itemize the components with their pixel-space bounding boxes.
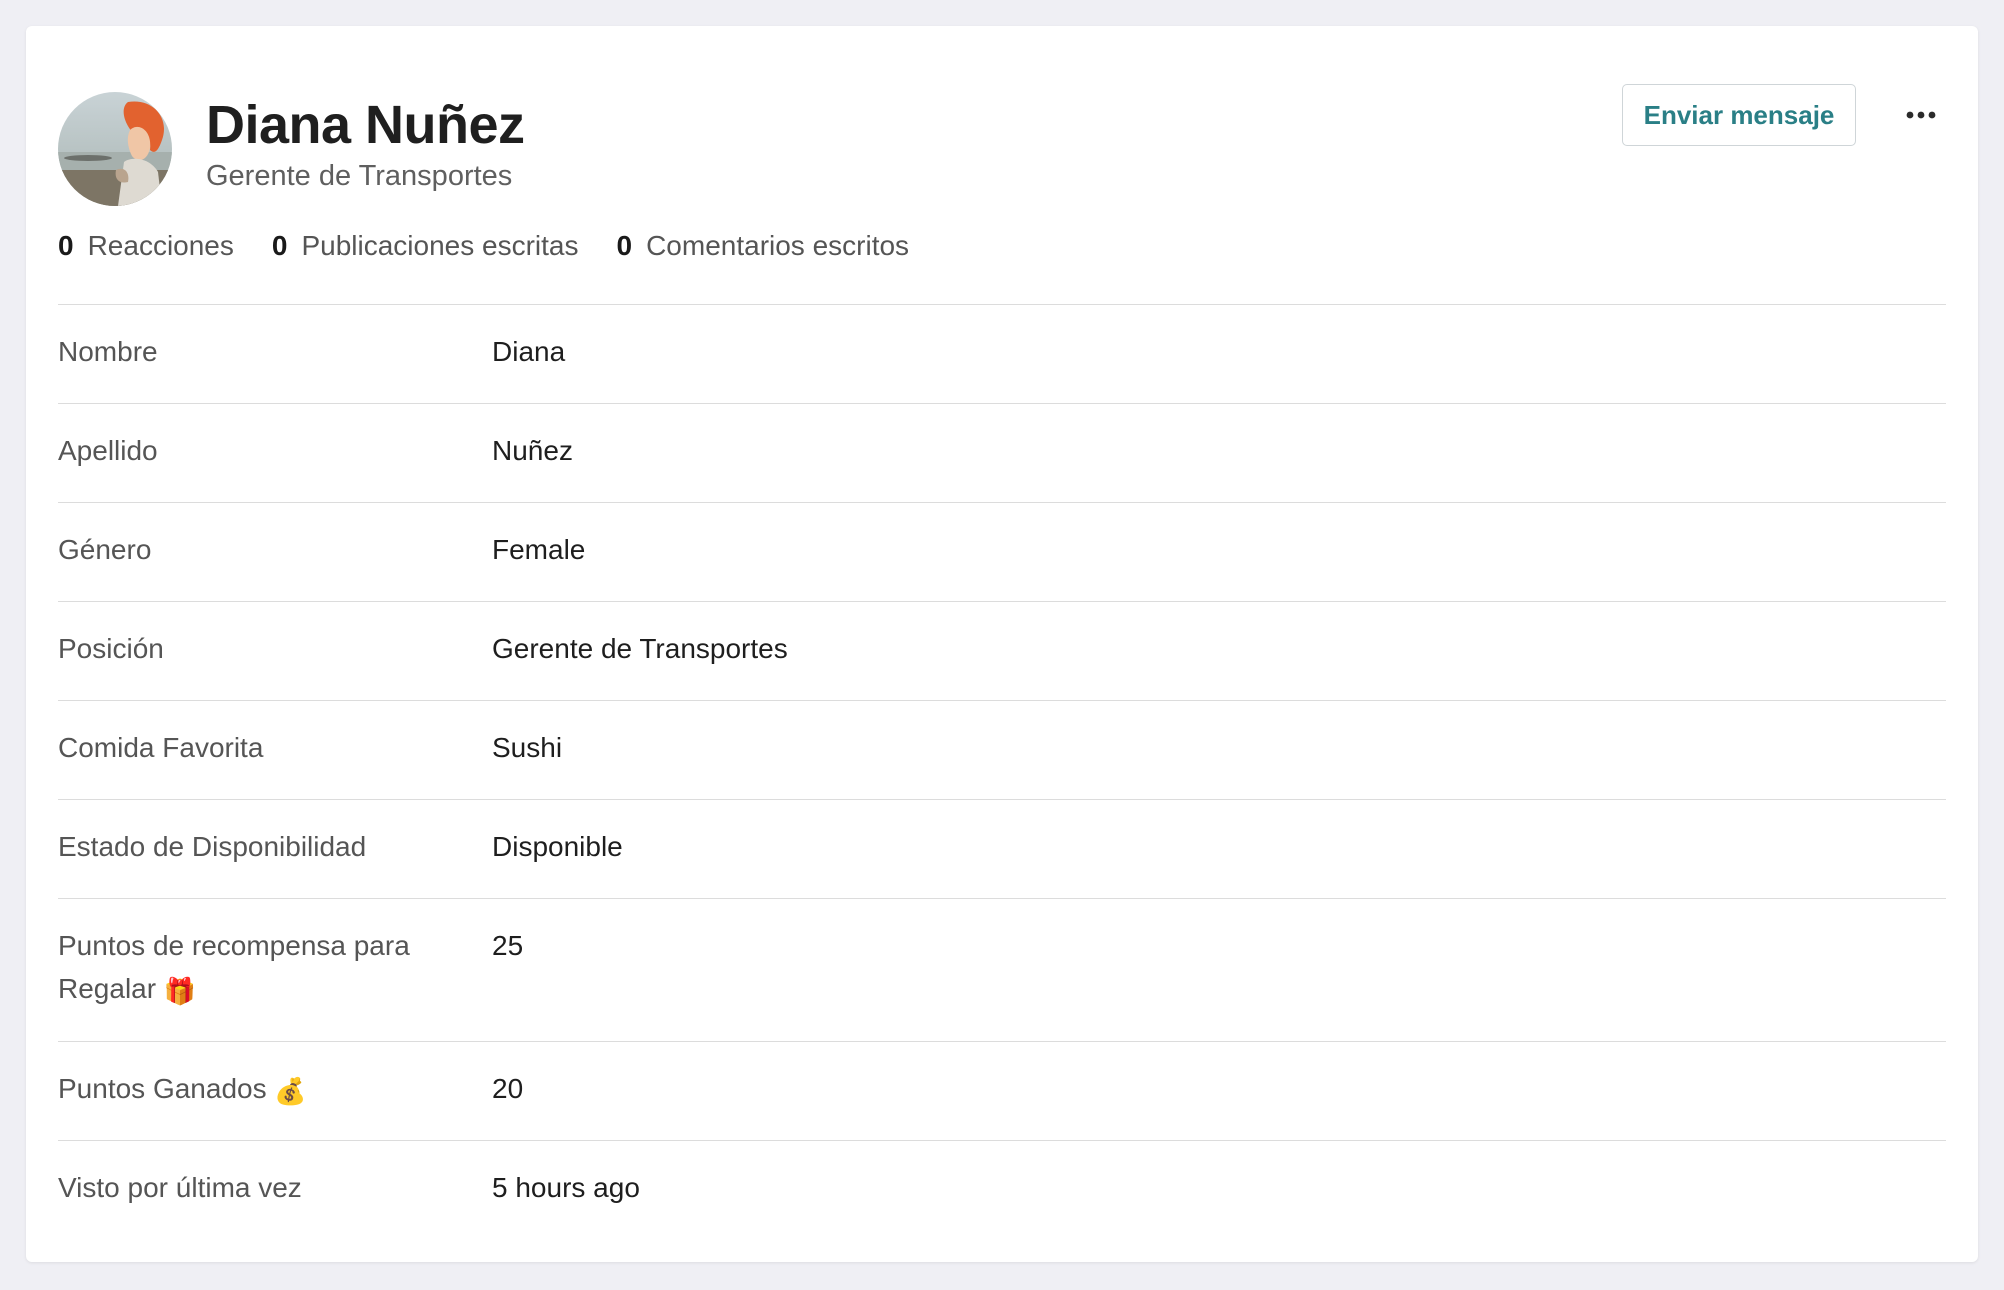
more-options-button[interactable] xyxy=(1898,92,1944,138)
field-label: Género xyxy=(58,534,152,565)
profile-name: Diana Nuñez xyxy=(206,95,525,155)
field-row-gender: Género Female xyxy=(58,503,1946,602)
stat-label: Publicaciones escritas xyxy=(301,230,579,261)
field-row-reward-points-to-give: Puntos de recompensa para Regalar 🎁 25 xyxy=(58,899,1946,1042)
field-label: Posición xyxy=(58,633,164,664)
field-row-first-name: Nombre Diana xyxy=(58,305,1946,404)
stat-count: 0 xyxy=(58,230,74,261)
field-value: Disponible xyxy=(492,831,623,862)
field-value: Nuñez xyxy=(492,435,573,466)
field-row-availability: Estado de Disponibilidad Disponible xyxy=(58,800,1946,899)
money-bag-icon: 💰 xyxy=(274,1076,307,1106)
field-value: 5 hours ago xyxy=(492,1172,640,1203)
field-label: Nombre xyxy=(58,336,158,367)
field-value: Diana xyxy=(492,336,566,367)
field-value: Female xyxy=(492,534,586,565)
ellipsis-icon xyxy=(1906,111,1936,119)
field-label-text: Puntos de recompensa para Regalar xyxy=(58,930,410,1004)
profile-position: Gerente de Transportes xyxy=(206,160,513,192)
field-label: Estado de Disponibilidad xyxy=(58,831,367,862)
profile-fields-table: Nombre Diana Apellido Nuñez Género Femal… xyxy=(58,304,1946,1240)
field-value: Gerente de Transportes xyxy=(492,633,788,664)
field-label: Apellido xyxy=(58,435,158,466)
field-label: Visto por última vez xyxy=(58,1172,302,1203)
send-message-button[interactable]: Enviar mensaje xyxy=(1622,84,1856,146)
profile-header: Diana Nuñez Gerente de Transportes Envia… xyxy=(58,64,1946,206)
field-value: Sushi xyxy=(492,732,563,763)
field-value: 20 xyxy=(492,1073,524,1104)
field-row-last-seen: Visto por última vez 5 hours ago xyxy=(58,1141,1946,1240)
avatar xyxy=(58,92,172,206)
stat-count: 0 xyxy=(271,230,288,261)
stat-comments: 0 Comentarios escritos xyxy=(617,230,910,262)
gift-icon: 🎁 xyxy=(163,976,197,1006)
field-label-text: Puntos Ganados xyxy=(58,1073,267,1104)
profile-card: Diana Nuñez Gerente de Transportes Envia… xyxy=(26,26,1978,1262)
profile-stats: 0 Reacciones 0 Publicaciones escritas 0 … xyxy=(58,226,947,266)
field-label: Puntos de recompensa para Regalar 🎁 xyxy=(58,924,438,1013)
field-row-favorite-food: Comida Favorita Sushi xyxy=(58,701,1946,800)
field-value: 25 xyxy=(492,930,524,961)
field-row-position: Posición Gerente de Transportes xyxy=(58,602,1946,701)
stat-label: Comentarios escritos xyxy=(646,230,910,261)
avatar-image xyxy=(58,92,172,206)
stat-label: Reacciones xyxy=(87,230,234,261)
stat-reactions: 0 Reacciones xyxy=(58,230,234,262)
stat-count: 0 xyxy=(616,230,633,261)
field-label: Comida Favorita xyxy=(58,732,264,763)
field-label: Puntos Ganados 💰 xyxy=(58,1067,438,1113)
field-row-points-earned: Puntos Ganados 💰 20 xyxy=(58,1042,1946,1141)
field-row-last-name: Apellido Nuñez xyxy=(58,404,1946,503)
stat-posts: 0 Publicaciones escritas xyxy=(272,230,579,262)
